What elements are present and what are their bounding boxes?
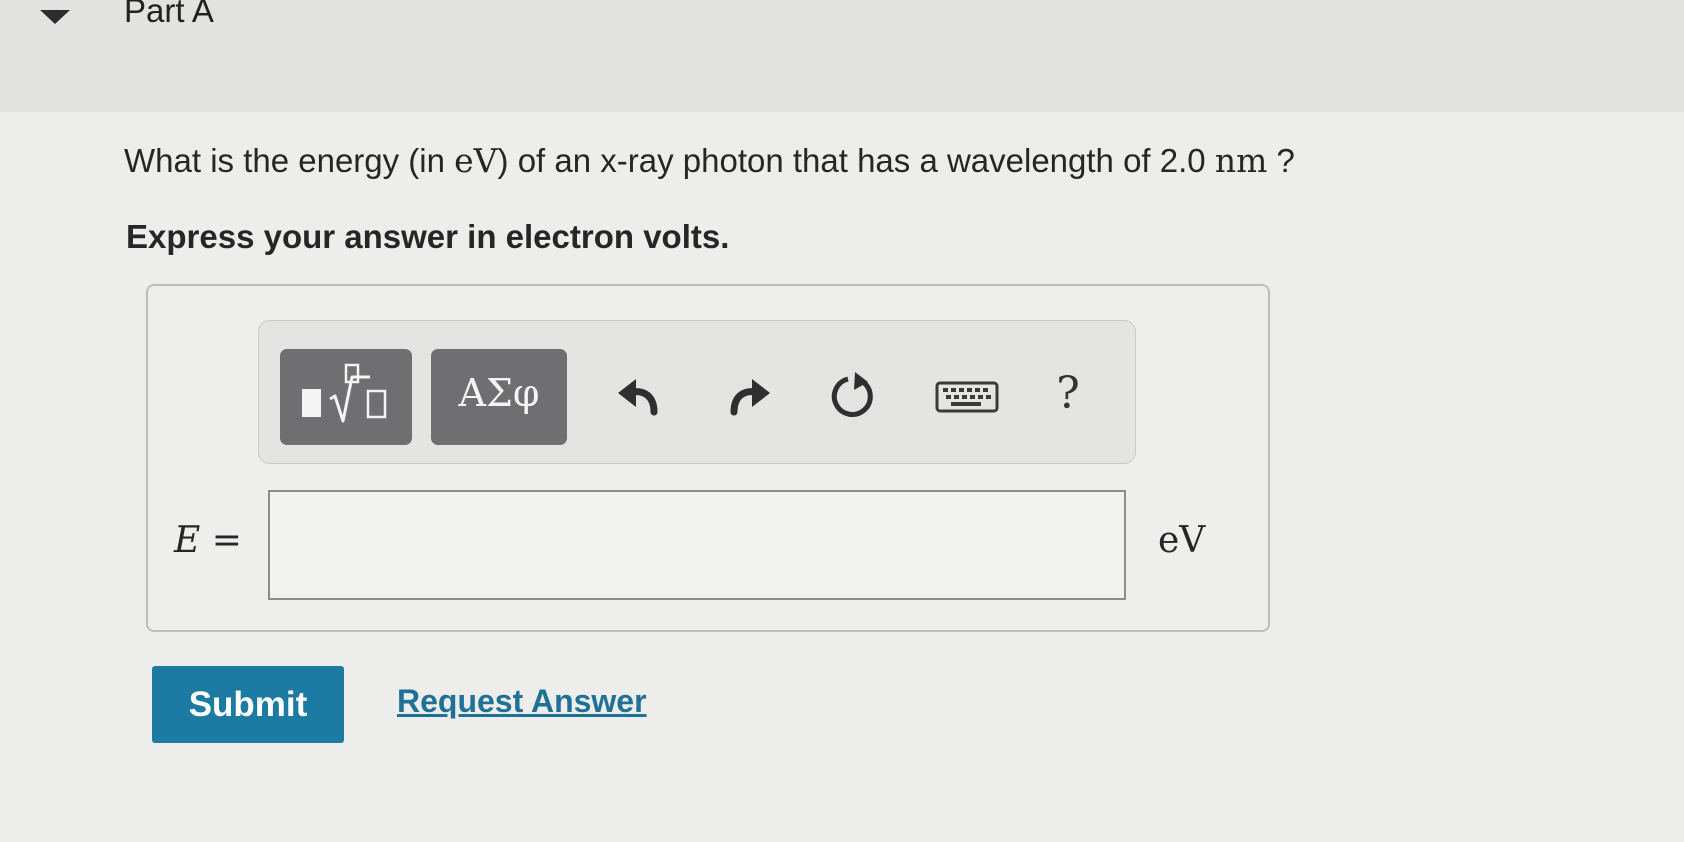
answer-unit: eV <box>1158 520 1206 561</box>
answer-variable: E <box>174 520 201 561</box>
question-suffix: ? <box>1267 142 1295 179</box>
question-unit-length: nm <box>1214 141 1268 180</box>
templates-button[interactable] <box>280 349 412 445</box>
redo-icon <box>730 379 770 416</box>
help-button[interactable]: ? <box>1038 366 1098 426</box>
answer-equals: = <box>200 520 242 561</box>
undo-icon <box>618 379 658 416</box>
question-middle: ) of an x-ray photon that has a waveleng… <box>497 142 1215 179</box>
reset-icon <box>831 372 873 417</box>
part-title: Part A <box>124 0 214 29</box>
question-unit-energy: eV <box>454 141 498 180</box>
help-label: ? <box>1056 368 1080 419</box>
fraction-root-template-icon <box>302 363 387 423</box>
submit-button[interactable]: Submit <box>152 666 344 743</box>
keyboard-button[interactable] <box>934 366 1000 426</box>
greek-symbols-button[interactable]: ΑΣφ <box>431 349 567 445</box>
collapse-triangle-icon[interactable] <box>40 10 70 24</box>
reset-button[interactable] <box>824 366 884 426</box>
question-prefix: What is the energy (in <box>124 142 455 179</box>
request-answer-link[interactable]: Request Answer <box>397 683 647 720</box>
question-text: What is the energy (in eV) of an x-ray p… <box>124 141 1295 180</box>
instruction-text: Express your answer in electron volts. <box>126 218 730 255</box>
greek-symbols-label: ΑΣφ <box>458 371 540 415</box>
redo-button[interactable] <box>718 366 778 426</box>
part-header <box>0 0 1684 112</box>
answer-variable-label: E = <box>174 520 242 561</box>
answer-input[interactable] <box>268 490 1126 600</box>
undo-button[interactable] <box>610 366 670 426</box>
keyboard-icon <box>935 381 999 413</box>
